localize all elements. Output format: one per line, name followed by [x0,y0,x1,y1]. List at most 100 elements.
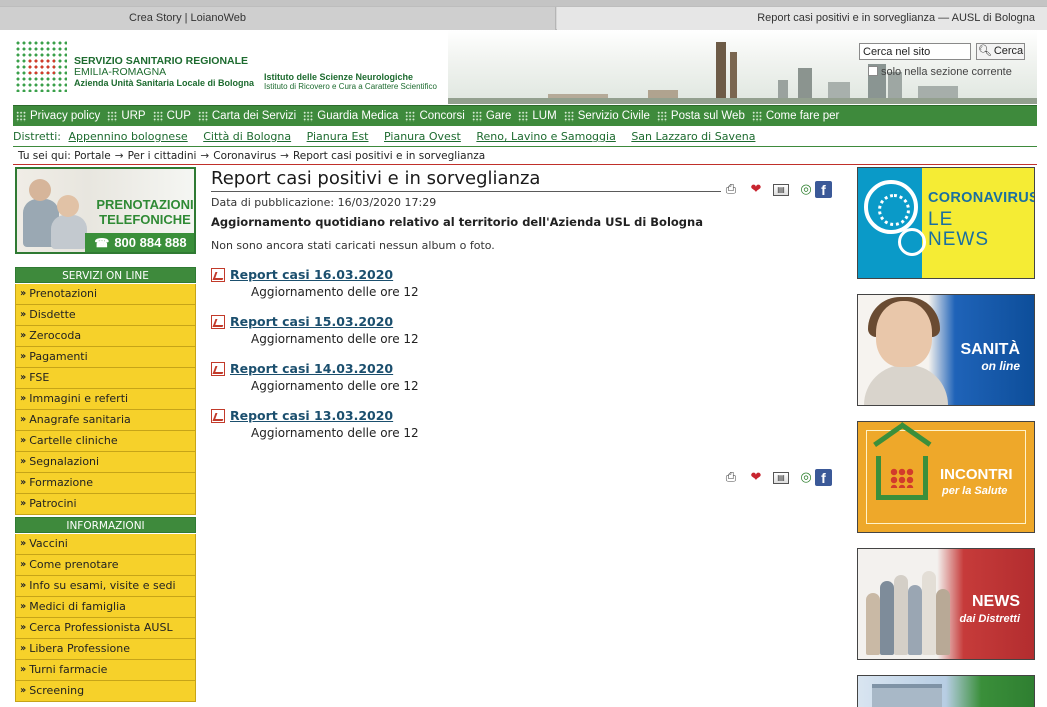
nav-urp[interactable]: URP [104,110,149,122]
nav-guardia-medica[interactable]: Guardia Medica [300,110,402,122]
share-icon[interactable]: ▤ [773,183,789,196]
menu-item-come-prenotare[interactable]: ›› Come prenotare [15,555,196,576]
nav-concorsi[interactable]: Concorsi [402,110,468,122]
news-banner-title: NEWS [972,593,1020,610]
sanita-online-banner[interactable]: SANITÀ on line [857,294,1035,406]
nav-come-fare-per[interactable]: Come fare per [749,110,844,122]
people-photo [21,175,89,251]
breadcrumb-item-coronavirus[interactable]: Coronavirus [213,150,276,162]
menu-item-turni-farmacie[interactable]: ›› Turni farmacie [15,660,196,681]
menu-item-vaccini[interactable]: ›› Vaccini [15,534,196,555]
print-icon[interactable]: ⎙ [723,182,739,198]
browser-tab-strip: Crea Story | LoianoWeb Report casi posit… [0,0,1047,30]
breadcrumb-item-cittadini[interactable]: Per i cittadini [128,150,197,162]
search-section-checkbox[interactable] [868,66,878,76]
share-icon[interactable]: ▤ [773,471,789,484]
org-name[interactable]: SERVIZIO SANITARIO REGIONALE EMILIA-ROMA… [74,56,254,89]
report-description: Aggiornamento delle ore 12 [251,426,419,440]
nav-servizio-civile[interactable]: Servizio Civile [561,110,654,122]
breadcrumb: Tu sei qui: Portale → Per i cittadini → Coro… [18,148,1036,164]
nav-cup[interactable]: CUP [150,110,195,122]
report-link[interactable]: Report casi 13.03.2020 [230,408,393,423]
breadcrumb-item-current: Report casi positivi e in sorveglianza [292,150,486,162]
report-link[interactable]: Report casi 16.03.2020 [230,267,393,282]
coronavirus-news-banner[interactable]: CORONAVIRUS LE NEWS [857,167,1035,279]
pdf-icon [211,361,225,376]
menu-item-pagamenti[interactable]: ›› Pagamenti [15,347,196,368]
nav-posta-web[interactable]: Posta sul Web [654,110,749,122]
breadcrumb-item-portale[interactable]: Portale [74,150,111,162]
report-link[interactable]: Report casi 15.03.2020 [230,314,393,329]
heart-icon[interactable]: ❤ [748,470,764,486]
incontri-banner-subtitle: per la Salute [942,485,1008,497]
pdf-icon [211,267,225,282]
menu-item-anagrafe-sanitaria[interactable]: ›› Anagrafe sanitaria [15,410,196,431]
double-chevron-icon: ›› [20,685,26,696]
menu-item-screening[interactable]: ›› Screening [15,681,196,702]
globe-icon[interactable]: ◎ [798,182,814,198]
building-photo [872,684,942,707]
menu-item-disdette[interactable]: ›› Disdette [15,305,196,326]
globe-icon[interactable]: ◎ [798,470,814,486]
person-shape [51,215,87,249]
search-input[interactable] [859,43,971,60]
browser-tab-active[interactable]: Report casi positivi e in sorveglianza —… [557,7,1047,30]
district-link-san-lazzaro[interactable]: San Lazzaro di Savena [631,130,755,143]
menu-item-medici-famiglia[interactable]: ›› Medici di famiglia [15,597,196,618]
menu-item-label: Zerocoda [29,329,82,342]
menu-item-cerca-professionista[interactable]: ›› Cerca Professionista AUSL [15,618,196,639]
menu-item-zerocoda[interactable]: ›› Zerocoda [15,326,196,347]
institute-name[interactable]: Istituto delle Scienze Neurologiche Isti… [264,72,437,92]
menu-item-immagini-referti[interactable]: ›› Immagini e referti [15,389,196,410]
heart-icon[interactable]: ❤ [748,182,764,198]
menu-item-cartelle-cliniche[interactable]: ›› Cartelle cliniche [15,431,196,452]
nav-lum[interactable]: LUM [515,110,560,122]
phone-booking-line1: PRENOTAZIONI [96,197,194,212]
menu-item-label: FSE [29,371,50,384]
menu-item-formazione[interactable]: ›› Formazione [15,473,196,494]
coronavirus-banner-le: LE [928,209,954,230]
district-link-pianura-est[interactable]: Pianura Est [307,130,369,143]
menu-item-fse[interactable]: ›› FSE [15,368,196,389]
report-item: Report casi 14.03.2020 Aggiornamento del… [211,360,611,395]
nav-dots-icon [152,110,163,122]
nav-privacy-policy[interactable]: Privacy policy [13,110,104,122]
report-link[interactable]: Report casi 14.03.2020 [230,361,393,376]
group-photo [864,565,954,655]
nav-carta-servizi[interactable]: Carta dei Servizi [195,110,300,122]
partial-banner[interactable] [857,675,1035,707]
search-current-section-option[interactable]: solo nella sezione corrente [868,66,1012,78]
facebook-icon[interactable]: f [815,469,832,486]
menu-item-label: Turni farmacie [29,663,108,676]
incontri-salute-banner[interactable]: INCONTRI per la Salute [857,421,1035,533]
menu-item-patrocini[interactable]: ›› Patrocini [15,494,196,515]
districts-label: Distretti: [13,130,62,143]
page-subtitle: Aggiornamento quotidiano relativo al ter… [211,215,703,229]
news-distretti-banner[interactable]: NEWS dai Distretti [857,548,1035,660]
search-button-label: Cerca [993,45,1024,57]
search-icon: 🔍︎ [977,45,992,57]
page-title: Report casi positivi e in sorveglianza [211,168,721,192]
facebook-icon[interactable]: f [815,181,832,198]
phone-number-text: 800 884 888 [114,235,187,250]
phone-booking-banner[interactable]: PRENOTAZIONI TELEFONICHE ☎ 800 884 888 [15,167,196,254]
menu-item-label: Cartelle cliniche [29,434,118,447]
district-link-pianura-ovest[interactable]: Pianura Ovest [384,130,461,143]
search-button[interactable]: 🔍︎ Cerca [976,43,1025,60]
double-chevron-icon: ›› [20,414,26,425]
menu-item-segnalazioni[interactable]: ›› Segnalazioni [15,452,196,473]
menu-item-libera-professione[interactable]: ›› Libera Professione [15,639,196,660]
district-link-reno-lavino-samoggia[interactable]: Reno, Lavino e Samoggia [476,130,615,143]
print-icon[interactable]: ⎙ [723,470,739,486]
nav-gare[interactable]: Gare [469,110,516,122]
double-chevron-icon: ›› [20,456,26,467]
browser-tab-inactive[interactable]: Crea Story | LoianoWeb [0,7,556,30]
ssr-logo-icon[interactable] [15,40,67,92]
breadcrumb-label: Tu sei qui: [18,150,71,162]
menu-item-info-esami[interactable]: ›› Info su esami, visite e sedi [15,576,196,597]
menu-item-prenotazioni[interactable]: ›› Prenotazioni [15,284,196,305]
district-link-appennino[interactable]: Appennino bolognese [69,130,188,143]
skyline-ground [448,98,1037,104]
report-description: Aggiornamento delle ore 12 [251,285,419,299]
district-link-citta-bologna[interactable]: Città di Bologna [203,130,291,143]
